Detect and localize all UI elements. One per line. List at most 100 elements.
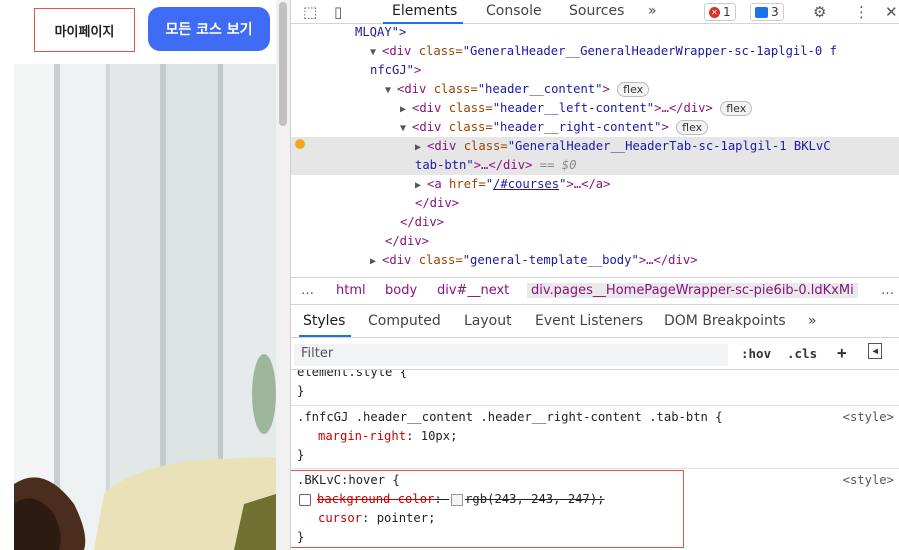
all-courses-button[interactable]: 모든 코스 보기 <box>148 7 270 51</box>
tab-event-listeners[interactable]: Event Listeners <box>535 313 643 329</box>
dom-attr-value: MLQAY"> <box>355 25 407 39</box>
dom-line[interactable]: </div> <box>291 213 899 232</box>
expand-triangle-icon[interactable]: ▼ <box>370 43 382 62</box>
flex-badge[interactable]: flex <box>720 101 753 116</box>
rule-property-disabled[interactable]: background-color: rgb(243, 243, 247); <box>291 490 899 509</box>
collapse-triangle-icon[interactable]: ▶ <box>415 138 427 157</box>
tab-sources[interactable]: Sources <box>569 3 624 19</box>
tab-computed[interactable]: Computed <box>368 313 441 329</box>
new-rule-plus-icon[interactable]: + <box>837 343 847 362</box>
class-toggle[interactable]: .cls <box>787 346 817 361</box>
active-subtab-indicator <box>299 335 351 337</box>
rule-selector-hover[interactable]: .BKLvC:hover { <box>291 471 899 490</box>
dom-attr-value: tab-btn" <box>415 158 474 172</box>
rule-divider <box>291 405 899 406</box>
dom-line[interactable]: </div> <box>291 194 899 213</box>
dom-attr-name: class= <box>418 44 463 58</box>
styles-rules: element.style { } .fnfcGJ .header__conte… <box>291 370 899 550</box>
dom-attr-value: "header__right-content" <box>492 120 662 134</box>
errors-badge[interactable]: ✕ 1 <box>704 3 736 21</box>
breadcrumb-item-body[interactable]: body <box>385 283 417 298</box>
dom-line-selected[interactable]: ▶ <div class="GeneralHeader__HeaderTab-sc… <box>291 137 899 156</box>
more-tabs-icon[interactable]: » <box>648 3 657 19</box>
close-icon[interactable]: ✕ <box>885 3 898 21</box>
rule-source-link[interactable]: <style> <box>843 471 894 490</box>
collapse-triangle-icon[interactable]: ▶ <box>370 252 382 271</box>
styles-tabbar: Styles Computed Layout Event Listeners D… <box>291 306 899 338</box>
tab-elements[interactable]: Elements <box>392 3 457 19</box>
dom-attr-name: class= <box>433 82 478 96</box>
flex-badge[interactable]: flex <box>617 82 650 97</box>
hover-state-toggle[interactable]: :hov <box>741 346 771 361</box>
dom-line-selected[interactable]: tab-btn">…</div> == $0 <box>291 156 899 175</box>
dom-tag: <div <box>397 82 434 96</box>
flex-badge[interactable]: flex <box>676 120 709 135</box>
dom-attr-name: class= <box>448 101 493 115</box>
expand-triangle-icon[interactable]: ▼ <box>385 81 397 100</box>
breadcrumb-item-next[interactable]: div#__next <box>437 283 509 298</box>
messages-badge[interactable]: 3 <box>750 3 784 21</box>
dom-attr-name: class= <box>418 253 463 267</box>
property-name: cursor <box>318 511 363 525</box>
dom-tag: >…</div> <box>473 158 533 172</box>
tab-layout[interactable]: Layout <box>464 313 512 329</box>
property-value: : <box>434 492 450 506</box>
error-icon: ✕ <box>709 6 720 18</box>
dom-line[interactable]: ▼ <div class="header__right-content"> fle… <box>291 118 899 137</box>
collapse-triangle-icon[interactable]: ▶ <box>400 100 412 119</box>
rule-selector[interactable]: .fnfcGJ .header__content .header__right-… <box>291 408 899 427</box>
dom-link[interactable]: /#courses <box>493 177 559 191</box>
toggle-sidebar-icon[interactable]: ◂ <box>868 343 883 359</box>
page-preview: 마이페이지 모든 코스 보기 <box>0 0 276 550</box>
dom-attr-value: "general-template__body" <box>462 253 639 267</box>
rule-property[interactable]: margin-right: 10px; <box>291 427 899 446</box>
breakpoint-dot-icon <box>295 139 305 149</box>
rule-property[interactable]: cursor: pointer; <box>291 509 899 528</box>
property-checkbox[interactable] <box>299 493 311 506</box>
element-style-rule[interactable]: element.style { <box>291 370 899 382</box>
property-value: rgb(243, 243, 247); <box>465 492 605 506</box>
dom-tag: <div <box>427 139 464 153</box>
page-scrollbar-thumb[interactable] <box>279 2 287 126</box>
selected-node-marker: == $0 <box>539 158 577 172</box>
dom-line[interactable]: ▼ <div class="header__content"> flex <box>291 80 899 99</box>
breadcrumb-item-html[interactable]: html <box>336 283 366 298</box>
dom-line[interactable]: ▶ <div class="header__left-content">…</di… <box>291 99 899 118</box>
breadcrumb-overflow[interactable]: … <box>301 283 314 298</box>
dom-tree: MLQAY"> ▼ <div class="GeneralHeader__Gene… <box>291 24 899 274</box>
dom-tag: >…</a> <box>566 177 611 191</box>
tab-dom-breakpoints[interactable]: DOM Breakpoints <box>664 313 786 329</box>
expand-triangle-icon[interactable]: ▼ <box>400 119 412 138</box>
rule-close-brace: } <box>297 384 305 398</box>
dom-line[interactable]: MLQAY"> <box>291 24 899 42</box>
tab-styles[interactable]: Styles <box>303 313 345 329</box>
dom-line[interactable]: ▶ <a href="/#courses">…</a> <box>291 175 899 194</box>
more-options-icon[interactable]: ⋮ <box>854 3 869 21</box>
dom-attr-value: "GeneralHeader__HeaderTab-sc-1aplgil-1 B… <box>507 139 831 153</box>
mypage-button[interactable]: 마이페이지 <box>34 8 135 52</box>
dom-tag: <a <box>427 177 450 191</box>
breadcrumb-overflow-end[interactable]: … <box>881 283 894 298</box>
breadcrumb-item-wrapper[interactable]: div.pages__HomePageWrapper-sc-pie6ib-0.l… <box>527 283 858 298</box>
tab-console[interactable]: Console <box>486 3 542 19</box>
inspect-element-icon[interactable]: ⬚ <box>303 3 317 21</box>
settings-gear-icon[interactable]: ⚙ <box>813 3 826 21</box>
device-toolbar-icon[interactable]: ▯ <box>334 3 342 21</box>
more-subtabs-icon[interactable]: » <box>808 313 817 329</box>
dom-line[interactable]: </div> <box>291 232 899 251</box>
collapse-triangle-icon[interactable]: ▶ <box>415 176 427 195</box>
dom-line[interactable]: ▶ <div class="general-template__body">…</… <box>291 251 899 270</box>
dom-tag: > <box>414 63 422 77</box>
rule-divider <box>291 468 899 469</box>
filter-input[interactable]: Filter <box>294 344 728 366</box>
dom-tag: > <box>602 82 610 96</box>
rule-source-link[interactable]: <style> <box>843 408 894 427</box>
dom-line[interactable]: nfcGJ"> <box>291 61 899 80</box>
dom-line[interactable]: ▼ <div class="GeneralHeader__GeneralHeade… <box>291 42 899 61</box>
breadcrumb: … html body div#__next div.pages__HomePa… <box>291 277 899 305</box>
dom-tag: > <box>661 120 669 134</box>
property-value: : 10px; <box>406 429 458 443</box>
dom-tag: <div <box>412 120 449 134</box>
color-swatch-icon[interactable] <box>451 493 464 506</box>
page-scrollbar[interactable] <box>276 0 290 550</box>
